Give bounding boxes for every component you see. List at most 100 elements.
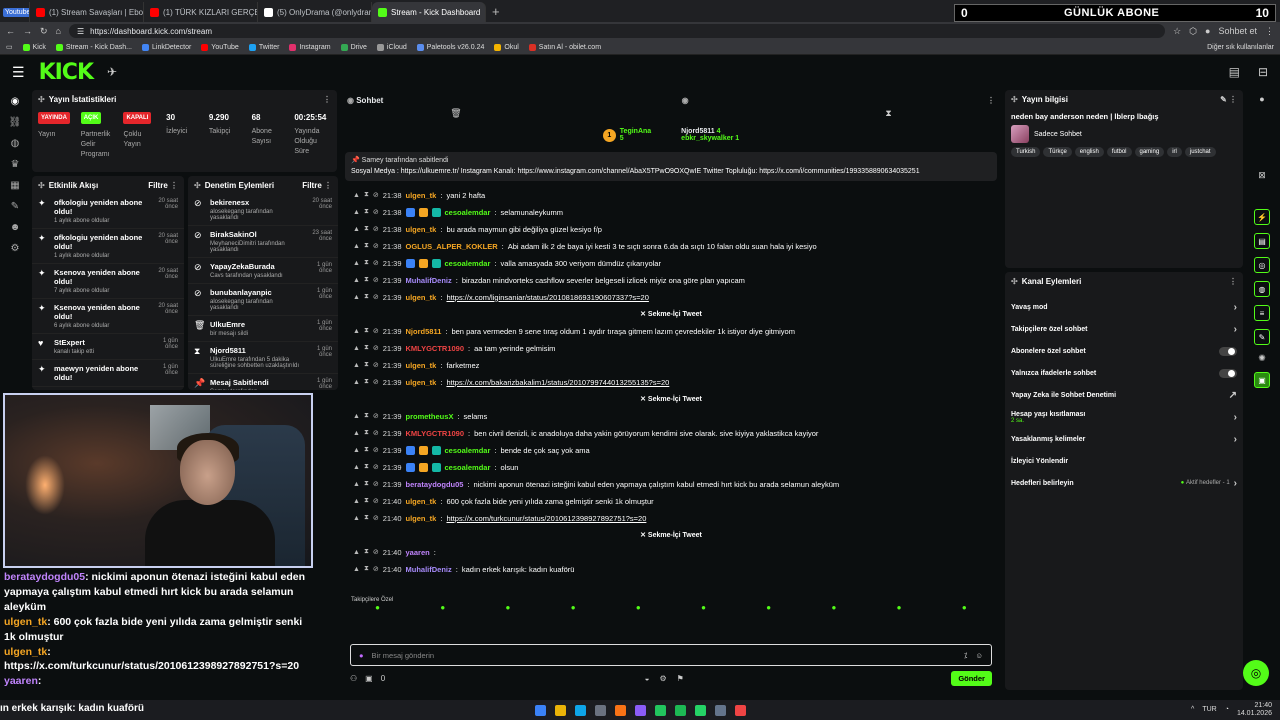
timeout-action-icon[interactable]: ⧗: [364, 378, 369, 386]
wrench-icon[interactable]: ✎: [1254, 329, 1270, 345]
new-tab-icon[interactable]: +: [486, 4, 506, 19]
pin-action-icon[interactable]: ▲: [353, 243, 360, 250]
users-icon[interactable]: ☻: [10, 222, 21, 233]
taskbar-app-icon[interactable]: [534, 704, 546, 716]
emoji-icon[interactable]: ☺: [975, 651, 983, 660]
ban-action-icon[interactable]: ⊘: [373, 378, 379, 386]
message-user[interactable]: ulgen_tk: [406, 293, 437, 302]
ban-action-icon[interactable]: ⊘: [373, 463, 379, 471]
message-user[interactable]: OGLUS_ALPER_KOKLER: [406, 242, 498, 251]
chat-settings-icon[interactable]: ⚙: [660, 674, 667, 683]
trophy-icon[interactable]: ♛: [11, 159, 20, 170]
pin-action-icon[interactable]: ▲: [353, 566, 360, 573]
bookmark-item[interactable]: Kick: [22, 43, 46, 51]
external-link-icon[interactable]: ↗: [1229, 390, 1237, 401]
bookmark-item[interactable]: iCloud: [376, 43, 407, 51]
timeout-action-icon[interactable]: ⧗: [364, 293, 369, 301]
active-tool-icon[interactable]: ▣: [1254, 372, 1270, 388]
send-button[interactable]: Gönder: [951, 670, 992, 686]
leader-2-name[interactable]: Njord5811: [681, 128, 714, 135]
mod-tools-icon[interactable]: ⚑: [677, 674, 684, 683]
link-icon[interactable]: ⛓: [9, 117, 22, 128]
message-user[interactable]: KMLYGCTR1090: [406, 429, 465, 438]
chat-message[interactable]: ▲ ⧗ ⊘ 21:39 KMLYGCTR1090: aa tam yerinde gelm…: [345, 340, 997, 357]
url-field[interactable]: ☰ https://dashboard.kick.com/stream: [68, 24, 1166, 38]
channel-action-row[interactable]: Takipçilere özel sohbet ›: [1005, 318, 1243, 340]
moderation-item[interactable]: ⊘ bekirenesx alosekegang tarafından yasakl…: [188, 194, 338, 226]
chat-message[interactable]: ▲ ⧗ ⊘ 21:40 MuhalifDeniz: kadın erkek karışık…: [345, 561, 997, 578]
clipboard-icon[interactable]: ▤: [1254, 233, 1270, 249]
chat-message[interactable]: ▲ ⧗ ⊘ 21:40 ulgen_tk: https://x.com/turkcunur…: [345, 510, 997, 527]
timeout-action-icon[interactable]: ⧗: [364, 548, 369, 556]
taskbar-app-icon[interactable]: [614, 704, 626, 716]
ban-action-icon[interactable]: ⊘: [373, 429, 379, 437]
chat-message[interactable]: ▲ ⧗ ⊘ 21:39 berataydogdu05: nickimi aponun öt…: [345, 476, 997, 493]
kick-logo[interactable]: KICK: [39, 60, 94, 85]
tray-chevron-icon[interactable]: ^: [1191, 706, 1194, 713]
message-link[interactable]: https://x.com/turkcunur/status/201061239…: [446, 514, 646, 523]
stream-tag[interactable]: futbol: [1106, 147, 1132, 157]
ban-action-icon[interactable]: ⊘: [373, 514, 379, 522]
tools-icon[interactable]: ✎: [11, 201, 19, 212]
chat-menu-icon[interactable]: ⋮: [987, 96, 995, 105]
browser-tab[interactable]: Youtube: [0, 2, 30, 22]
pin-action-icon[interactable]: ▲: [353, 379, 360, 386]
pin-action-icon[interactable]: ▲: [353, 447, 360, 454]
pin-action-icon[interactable]: ▲: [353, 498, 360, 505]
bookmark-item[interactable]: Drive: [340, 43, 367, 51]
chevron-right-icon[interactable]: ›: [1234, 302, 1237, 313]
message-user[interactable]: prometheusX: [406, 412, 454, 421]
ban-action-icon[interactable]: ⊘: [373, 225, 379, 233]
gift-count-icon[interactable]: ▣: [365, 674, 373, 683]
timeout-action-icon[interactable]: ⧗: [364, 480, 369, 488]
chevron-right-icon[interactable]: ›: [1234, 324, 1237, 335]
ban-action-icon[interactable]: ⊘: [373, 293, 379, 301]
chat-message[interactable]: ▲ ⧗ ⊘ 21:40 ulgen_tk:600 çok fazla bide yeni…: [345, 493, 997, 510]
star-icon[interactable]: ☆: [1173, 26, 1181, 37]
browser-tab[interactable]: Stream - Kick Dashboard✕: [372, 2, 486, 22]
message-user[interactable]: ulgen_tk: [406, 225, 437, 234]
toggle-switch[interactable]: [1219, 346, 1237, 356]
ban-action-icon[interactable]: ⊘: [373, 242, 379, 250]
chat-message[interactable]: ▲ ⧗ ⊘ 21:39 ulgen_tk: farketmez: [345, 357, 997, 374]
message-user[interactable]: MuhalifDeniz: [406, 276, 452, 285]
moderation-item[interactable]: 📌 Mesaj Sabitlendi Samey tarafından 1 gün ö…: [188, 374, 338, 390]
chat-input[interactable]: ● Bir mesaj gönderin ⁒ ☺: [350, 644, 992, 666]
list-icon[interactable]: ≡: [1254, 305, 1270, 321]
clock-time[interactable]: 21:40: [1254, 702, 1272, 709]
in-tab-tweet[interactable]: ✕ Sekme-İçi Tweet: [345, 391, 997, 408]
apps-icon[interactable]: ▭: [6, 43, 13, 51]
chat-message[interactable]: ▲ ⧗ ⊘ 21:39 MuhalifDeniz: birazdan mindvortek…: [345, 272, 997, 289]
ban-action-icon[interactable]: ⊘: [373, 497, 379, 505]
pin-action-icon[interactable]: ▲: [353, 430, 360, 437]
edit-icon[interactable]: ✎: [1220, 95, 1227, 104]
bookmark-item[interactable]: Twitter: [248, 43, 279, 51]
pin-action-icon[interactable]: ▲: [353, 549, 360, 556]
pin-action-icon[interactable]: ▲: [353, 362, 360, 369]
lang-indicator[interactable]: TUR: [1202, 706, 1216, 713]
taskbar-app-icon[interactable]: [694, 704, 706, 716]
taskbar-app-icon[interactable]: [574, 704, 586, 716]
chat-message[interactable]: ▲ ⧗ ⊘ 21:39 ulgen_tk: https://x.com/bakarizba…: [345, 374, 997, 391]
pin-action-icon[interactable]: ▲: [353, 260, 360, 267]
stream-tag[interactable]: justchat: [1184, 147, 1216, 157]
stream-tag[interactable]: Türkçe: [1043, 147, 1072, 157]
activity-item[interactable]: ♥ StExpert kanalı takip etti 1 gün önce: [32, 334, 184, 360]
chat-fab-button[interactable]: ◎: [1243, 660, 1269, 686]
bookmark-item[interactable]: YouTube: [201, 43, 239, 51]
timeout-action-icon[interactable]: ⧗: [364, 242, 369, 250]
ban-action-icon[interactable]: ⊘: [373, 565, 379, 573]
hamburger-icon[interactable]: ☰: [12, 64, 25, 81]
category-name[interactable]: Sadece Sohbet: [1034, 131, 1082, 138]
broadcast-icon[interactable]: ◍: [1254, 281, 1270, 297]
bookmark-item[interactable]: Paletools v26.0.24: [416, 43, 484, 51]
pin-action-icon[interactable]: ▲: [353, 226, 360, 233]
chat-message[interactable]: ▲ ⧗ ⊘ 21:39 ulgen_tk: https://x.com/liginsani…: [345, 289, 997, 306]
hourglass-icon[interactable]: ⧗: [885, 108, 891, 122]
users-count-icon[interactable]: ⚇: [350, 674, 357, 683]
trash-icon[interactable]: 🗑: [450, 108, 461, 122]
taskbar-app-icon[interactable]: [734, 704, 746, 716]
chat-message[interactable]: ▲ ⧗ ⊘ 21:39 cesoalemdar: olsun: [345, 459, 997, 476]
ban-action-icon[interactable]: ⊘: [373, 344, 379, 352]
chat-bubble-icon[interactable]: ◒: [645, 674, 650, 683]
